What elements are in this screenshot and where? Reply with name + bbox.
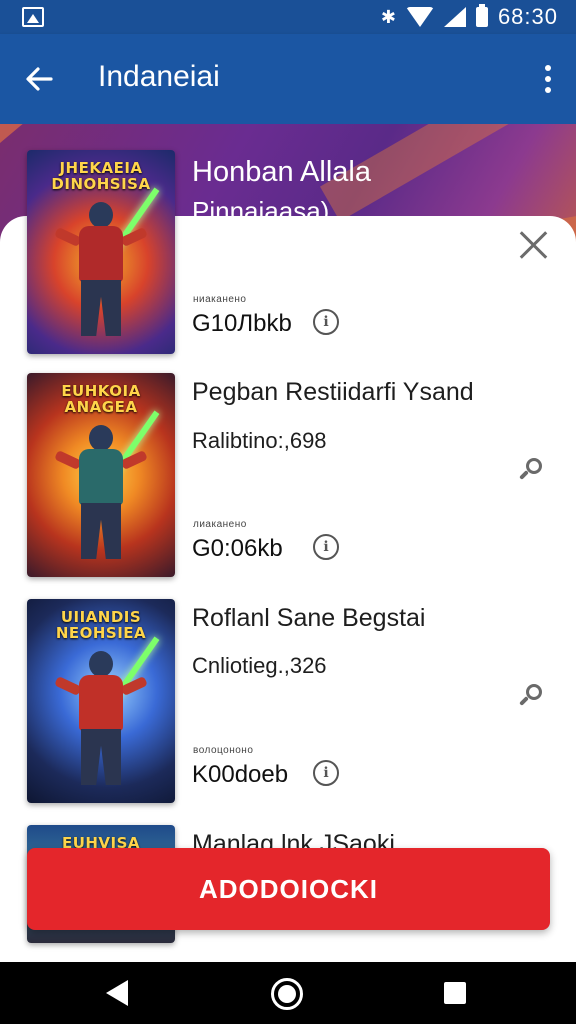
screen: ✱ 68:30 Indaneiai Honban Allala Pinnaiaa… xyxy=(0,0,576,1024)
cover-title: EUHKOIA ANAGEA xyxy=(61,382,141,416)
item-title[interactable]: Pegban Restiidarfi Ysand xyxy=(192,378,474,407)
nav-recents-icon[interactable] xyxy=(444,982,466,1004)
nav-home-icon[interactable] xyxy=(271,978,303,1010)
nav-back-icon[interactable] xyxy=(106,980,128,1006)
item-subtitle: Cnliotieg.,326 xyxy=(192,653,327,678)
item-meta: ниаканено xyxy=(193,294,247,305)
game-cover[interactable]: JHEKAEIA DINOHSISA xyxy=(27,150,175,354)
more-vert-icon-dot xyxy=(545,76,551,82)
app-bar: Indaneiai xyxy=(0,34,576,124)
item-title[interactable]: Roflanl Sane Begstai xyxy=(192,604,425,633)
wifi-icon xyxy=(405,7,434,27)
navigation-bar xyxy=(0,962,576,1024)
search-icon[interactable] xyxy=(518,456,544,482)
close-icon[interactable] xyxy=(518,230,548,260)
info-icon[interactable]: ℹ xyxy=(313,309,339,335)
status-bar: ✱ 68:30 xyxy=(0,0,576,34)
cover-character xyxy=(54,187,160,342)
item-meta: волоцононо xyxy=(193,745,254,756)
back-arrow-icon xyxy=(26,67,53,91)
battery-icon xyxy=(475,4,488,27)
game-cover[interactable]: EUHKOIA ANAGEA xyxy=(27,373,175,577)
search-icon[interactable] xyxy=(518,682,544,708)
info-icon[interactable]: ℹ xyxy=(313,534,339,560)
info-icon[interactable]: ℹ xyxy=(313,760,339,786)
gallery-notification-icon xyxy=(22,7,44,27)
item-size: K00doeb xyxy=(192,761,289,788)
download-button[interactable]: ADODOIOCKI xyxy=(27,848,550,930)
game-cover[interactable]: UIIANDIS NEOHSIEA xyxy=(27,599,175,803)
more-vert-icon-dot xyxy=(545,65,551,71)
cover-title: JHEKAEIA DINOHSISA xyxy=(51,159,151,193)
item-meta: лиаканено xyxy=(193,519,247,530)
cover-character xyxy=(54,636,160,791)
bluetooth-icon: ✱ xyxy=(380,6,396,28)
item-size: G0:06kb xyxy=(192,535,283,562)
more-options-button[interactable] xyxy=(536,58,560,100)
more-vert-icon-dot xyxy=(545,87,551,93)
cover-character xyxy=(54,410,160,565)
back-button[interactable] xyxy=(16,56,62,102)
status-icons: ✱ 68:30 xyxy=(380,4,558,29)
status-time: 68:30 xyxy=(497,4,558,29)
page-title: Indaneiai xyxy=(98,60,220,93)
item-size: G10Лbkb xyxy=(192,310,292,337)
item-subtitle: Ralibtino:,698 xyxy=(192,428,327,453)
hero-title: Honban Allala xyxy=(192,156,371,188)
cover-title: UIIANDIS NEOHSIEA xyxy=(55,608,147,642)
signal-icon xyxy=(443,7,466,27)
